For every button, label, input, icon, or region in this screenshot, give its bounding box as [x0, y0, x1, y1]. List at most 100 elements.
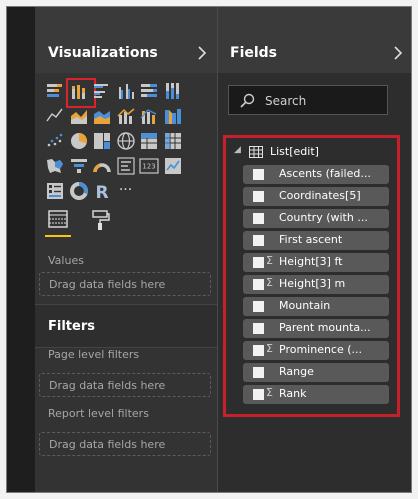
field-item[interactable]: Σ Height[3] m	[243, 275, 389, 294]
slicer-icon[interactable]	[45, 181, 65, 201]
fields-well-icon	[48, 210, 68, 228]
multi-row-card-icon[interactable]	[116, 156, 136, 176]
field-label: Parent mounta...	[279, 321, 371, 334]
kpi-icon[interactable]	[163, 156, 183, 176]
field-item[interactable]: First ascent	[243, 231, 389, 250]
field-label: Prominence (...	[279, 343, 363, 356]
stacked-area-chart-icon[interactable]	[92, 106, 112, 126]
sigma-icon: Σ	[266, 276, 273, 289]
field-checkbox[interactable]	[253, 169, 264, 180]
filters-title: Filters	[48, 319, 95, 334]
fields-pane: Fields Search ◢ List[edit] Ascents (fail…	[217, 7, 411, 492]
page-filters-drop-text: Drag data fields here	[49, 379, 166, 392]
field-checkbox[interactable]	[253, 323, 264, 334]
more-visuals-icon[interactable]: ···	[116, 181, 136, 201]
report-filters-label: Report level filters	[48, 407, 149, 420]
field-label: Country (with ...	[279, 211, 368, 224]
stacked-bar-chart-icon[interactable]	[45, 81, 65, 101]
field-label: Mountain	[279, 299, 331, 312]
collapse-fields-chevron-icon[interactable]	[391, 44, 405, 62]
field-checkbox[interactable]	[253, 345, 264, 356]
fields-title: Fields	[230, 45, 278, 61]
field-checkbox[interactable]	[253, 389, 264, 400]
report-filters-drop-zone[interactable]: Drag data fields here	[39, 432, 211, 456]
field-label: Range	[279, 365, 314, 378]
treemap-icon[interactable]	[92, 131, 112, 151]
100-stacked-bar-chart-icon[interactable]	[139, 81, 159, 101]
field-checkbox[interactable]	[253, 213, 264, 224]
sigma-icon: Σ	[266, 386, 273, 399]
visualizations-header: Visualizations	[35, 7, 217, 73]
field-label: Rank	[279, 387, 307, 400]
field-item[interactable]: Mountain	[243, 297, 389, 316]
donut-chart-icon[interactable]	[69, 181, 89, 201]
field-item[interactable]: Range	[243, 363, 389, 382]
values-drop-zone[interactable]: Drag data fields here	[39, 272, 211, 296]
table-node-list[interactable]: ◢ List[edit]	[234, 144, 394, 160]
gauge-icon[interactable]	[92, 156, 112, 176]
report-filters-drop-text: Drag data fields here	[49, 438, 166, 451]
collapse-triangle-icon[interactable]: ◢	[234, 145, 241, 155]
format-tab[interactable]	[87, 209, 113, 237]
field-checkbox[interactable]	[253, 191, 264, 202]
table-name: List[edit]	[270, 145, 319, 158]
gallery-spacer	[186, 106, 206, 126]
filters-header: Filters	[35, 304, 217, 348]
fields-header: Fields	[218, 7, 411, 73]
card-icon[interactable]: 123	[139, 156, 159, 176]
paint-roller-icon	[92, 210, 110, 230]
sigma-icon: Σ	[266, 342, 273, 355]
visualizations-title: Visualizations	[48, 45, 158, 61]
r-icon-text: R	[95, 183, 108, 201]
visualizations-pane: Visualizations 123 R ··· Values Drag dat…	[35, 7, 217, 492]
fields-tab[interactable]	[45, 209, 71, 237]
clustered-bar-chart-icon[interactable]	[92, 81, 112, 101]
field-item[interactable]: Ascents (failed...	[243, 165, 389, 184]
map-icon[interactable]	[116, 131, 136, 151]
pane-tabs	[45, 207, 205, 241]
r-script-visual-icon[interactable]: R	[92, 181, 112, 201]
fields-search-input[interactable]: Search	[228, 85, 388, 115]
field-checkbox[interactable]	[253, 257, 264, 268]
field-checkbox[interactable]	[253, 279, 264, 290]
scatter-chart-icon[interactable]	[45, 131, 65, 151]
ribbon-chart-icon[interactable]	[163, 106, 183, 126]
field-checkbox[interactable]	[253, 235, 264, 246]
field-item[interactable]: Σ Rank	[243, 385, 389, 404]
matrix-icon[interactable]	[163, 131, 183, 151]
funnel-icon[interactable]	[69, 156, 89, 176]
field-item[interactable]: Σ Height[3] ft	[243, 253, 389, 272]
search-placeholder: Search	[265, 94, 307, 108]
filled-map-icon[interactable]	[45, 156, 65, 176]
clustered-column-chart-icon[interactable]	[116, 81, 136, 101]
collapse-visualizations-chevron-icon[interactable]	[195, 44, 209, 62]
field-item[interactable]: Country (with ...	[243, 209, 389, 228]
page-filters-label: Page level filters	[48, 348, 140, 361]
field-checkbox[interactable]	[253, 367, 264, 378]
field-checkbox[interactable]	[253, 301, 264, 312]
field-label: Height[3] m	[279, 277, 346, 290]
field-item[interactable]: Coordinates[5]	[243, 187, 389, 206]
power-bi-window: Visualizations 123 R ··· Values Drag dat…	[6, 6, 412, 493]
area-chart-icon[interactable]	[69, 106, 89, 126]
visual-gallery: 123 R ···	[45, 78, 217, 201]
gallery-spacer	[186, 156, 206, 176]
values-label: Values	[48, 254, 84, 267]
stacked-column-chart-icon[interactable]	[65, 78, 96, 108]
sigma-icon: Σ	[266, 254, 273, 267]
field-item[interactable]: Σ Prominence (...	[243, 341, 389, 360]
line-and-column-chart-icon[interactable]	[116, 106, 136, 126]
field-item[interactable]: Parent mounta...	[243, 319, 389, 338]
table-icon	[249, 146, 263, 158]
card-icon-text: 123	[142, 163, 155, 171]
values-drop-text: Drag data fields here	[49, 278, 166, 291]
page-filters-drop-zone[interactable]: Drag data fields here	[39, 373, 211, 397]
line-chart-icon[interactable]	[45, 106, 65, 126]
pie-chart-icon[interactable]	[69, 131, 89, 151]
table-icon[interactable]	[139, 131, 159, 151]
line-and-stacked-column-chart-icon[interactable]	[139, 106, 159, 126]
gallery-spacer	[186, 81, 206, 101]
100-stacked-column-chart-icon[interactable]	[163, 81, 183, 101]
field-label: Ascents (failed...	[279, 167, 371, 180]
gallery-spacer	[186, 131, 206, 151]
